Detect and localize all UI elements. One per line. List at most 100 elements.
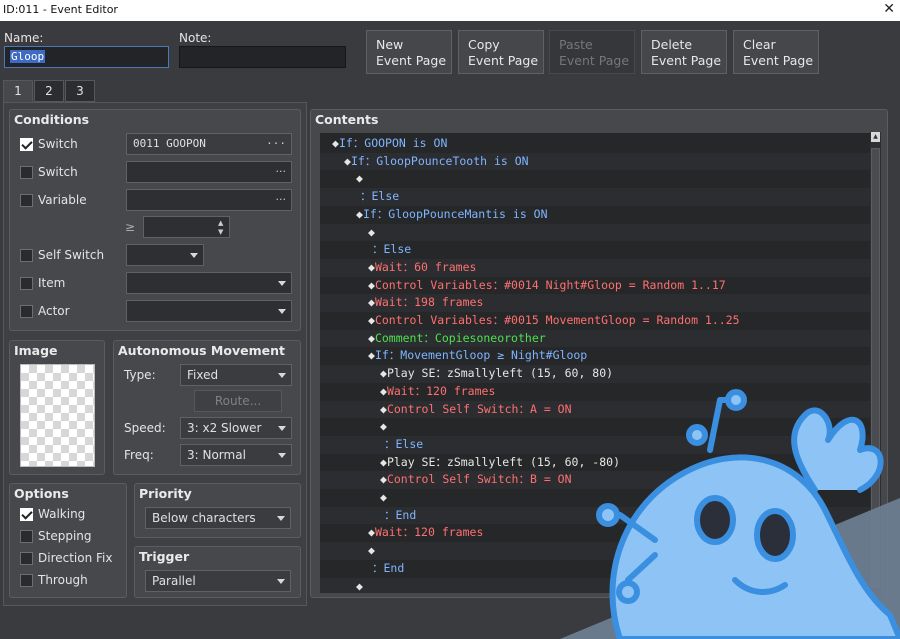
title-bar: ID:011 - Event Editor ✕ xyxy=(0,0,900,21)
mascot-hand-ball-2 xyxy=(616,580,640,604)
command-line[interactable]: ：Else xyxy=(320,241,870,259)
character-image-preview[interactable] xyxy=(20,364,95,467)
diamond-icon: ◆ xyxy=(356,206,363,221)
spin-down-icon[interactable]: ▼ xyxy=(218,228,227,236)
ge-symbol: ≥ xyxy=(125,220,136,234)
command-text: Play SE：zSmallyleft (15, 60, 80) xyxy=(386,366,614,381)
diamond-icon: ◆ xyxy=(380,454,387,469)
mascot-eye-right xyxy=(754,508,796,562)
command-text: ：End xyxy=(372,560,405,575)
command-line[interactable]: ◆If：MovementGloop ≥ Night#Gloop xyxy=(320,347,870,365)
route-button[interactable]: Route... xyxy=(194,390,282,412)
switch1-select[interactable]: 0011 GOOPON ··· xyxy=(126,133,292,155)
clear-button-line1: Clear xyxy=(743,37,776,52)
options-group: Options Walking Stepping Direction Fix T… xyxy=(9,483,127,598)
switch2-checkbox[interactable] xyxy=(20,166,33,179)
mascot-hand-ball-1 xyxy=(596,503,620,527)
clear-button-line2: Event Page xyxy=(743,53,814,68)
copy-event-page-button[interactable]: Copy Event Page xyxy=(458,30,544,74)
movement-title: Autonomous Movement xyxy=(118,343,285,358)
self-switch-select[interactable] xyxy=(126,244,204,266)
diamond-icon: ◆ xyxy=(368,313,375,327)
diamond-icon: ◆ xyxy=(368,330,375,345)
tab-page-2[interactable]: 2 xyxy=(34,80,64,102)
command-line[interactable]: ◆Wait：198 frames xyxy=(320,294,870,312)
speed-select[interactable]: 3: x2 Slower xyxy=(180,417,292,439)
command-text: ：Else xyxy=(384,436,424,451)
item-select[interactable] xyxy=(126,272,292,294)
variable-checkbox[interactable] xyxy=(20,194,33,207)
command-text: Control Variables：#0015 MovementGloop = … xyxy=(374,313,740,327)
delete-event-page-button[interactable]: Delete Event Page xyxy=(641,30,727,74)
variable-label: Variable xyxy=(38,193,87,207)
command-line[interactable]: ◆If：GloopPounceMantis is ON xyxy=(320,206,870,224)
command-line[interactable]: ◆Wait：60 frames xyxy=(320,258,870,277)
spin-up-icon[interactable]: ▲ xyxy=(218,219,227,227)
diamond-icon: ◆ xyxy=(368,525,375,540)
diamond-icon: ◆ xyxy=(380,472,387,487)
command-line[interactable]: ◆Control Variables：#0015 MovementGloop =… xyxy=(320,312,870,330)
switch1-checkbox[interactable] xyxy=(20,138,33,151)
through-checkbox[interactable] xyxy=(20,574,33,587)
paste-event-page-button[interactable]: Paste Event Page xyxy=(549,30,635,74)
type-label: Type: xyxy=(124,368,156,382)
direction-fix-checkbox[interactable] xyxy=(20,552,33,565)
chevron-down-icon xyxy=(278,426,286,431)
variable-number-input[interactable]: ▲ ▼ xyxy=(143,216,230,238)
trigger-select[interactable]: Parallel xyxy=(145,570,291,592)
item-label: Item xyxy=(38,276,66,290)
freq-select[interactable]: 3: Normal xyxy=(180,444,292,466)
command-text: ：End xyxy=(384,507,417,522)
more-icon: ··· xyxy=(275,193,287,206)
actor-checkbox[interactable] xyxy=(20,305,33,318)
self-switch-label: Self Switch xyxy=(38,248,105,262)
close-icon[interactable]: ✕ xyxy=(883,0,895,18)
actor-select[interactable] xyxy=(126,300,292,322)
mascot-arm xyxy=(791,407,884,493)
command-text: Wait：120 frames xyxy=(386,383,496,398)
mascot-antenna-1 xyxy=(707,397,723,453)
diamond-icon: ◆ xyxy=(344,153,351,168)
command-line[interactable]: ◆ xyxy=(320,170,870,188)
command-line[interactable]: ◆If：GOOPON is ON xyxy=(320,135,870,153)
name-field[interactable]: Gloop xyxy=(4,46,169,68)
stepping-label: Stepping xyxy=(38,529,92,543)
new-event-page-button[interactable]: New Event Page xyxy=(366,30,452,74)
command-text: Wait：198 frames xyxy=(374,295,484,310)
mascot-eye-left xyxy=(694,495,736,545)
diamond-icon: ◆ xyxy=(368,348,375,363)
priority-select[interactable]: Below characters xyxy=(145,507,291,529)
stepping-checkbox[interactable] xyxy=(20,530,33,543)
item-checkbox[interactable] xyxy=(20,277,33,290)
command-text: ：Else xyxy=(360,189,400,204)
command-text: Control Self Switch：B = ON xyxy=(386,472,572,487)
paste-button-line2: Event Page xyxy=(559,53,630,68)
note-field[interactable] xyxy=(179,46,346,68)
type-value: Fixed xyxy=(187,368,219,382)
diamond-icon: ◆ xyxy=(380,419,387,434)
trigger-value: Parallel xyxy=(152,574,196,588)
walking-label: Walking xyxy=(38,507,86,521)
self-switch-checkbox[interactable] xyxy=(20,249,33,262)
diamond-icon: ◆ xyxy=(368,295,375,310)
command-line[interactable]: ◆Control Variables：#0014 Night#Gloop = R… xyxy=(320,277,870,295)
variable-select[interactable]: ··· xyxy=(126,189,292,211)
scroll-up-icon[interactable]: ▲ xyxy=(871,132,880,142)
command-line[interactable]: ◆Comment：Copiesoneorother xyxy=(320,329,870,348)
contents-title: Contents xyxy=(315,112,379,127)
type-select[interactable]: Fixed xyxy=(180,364,292,386)
tab-page-3[interactable]: 3 xyxy=(65,80,95,102)
command-line[interactable]: ：Else xyxy=(320,188,870,206)
tab-page-1[interactable]: 1 xyxy=(3,80,33,103)
diamond-icon: ◆ xyxy=(380,401,387,416)
command-line[interactable]: ◆ xyxy=(320,223,870,242)
name-value: Gloop xyxy=(10,50,46,63)
walking-checkbox[interactable] xyxy=(20,508,33,521)
diamond-icon: ◆ xyxy=(380,383,387,398)
name-label: Name: xyxy=(4,31,44,45)
command-line[interactable]: ◆If：GloopPounceTooth is ON xyxy=(320,152,870,171)
clear-event-page-button[interactable]: Clear Event Page xyxy=(733,30,819,74)
command-text: If：GloopPounceTooth is ON xyxy=(350,153,529,168)
command-text: If：MovementGloop ≥ Night#Gloop xyxy=(374,348,588,363)
switch2-select[interactable]: ··· xyxy=(126,161,292,183)
